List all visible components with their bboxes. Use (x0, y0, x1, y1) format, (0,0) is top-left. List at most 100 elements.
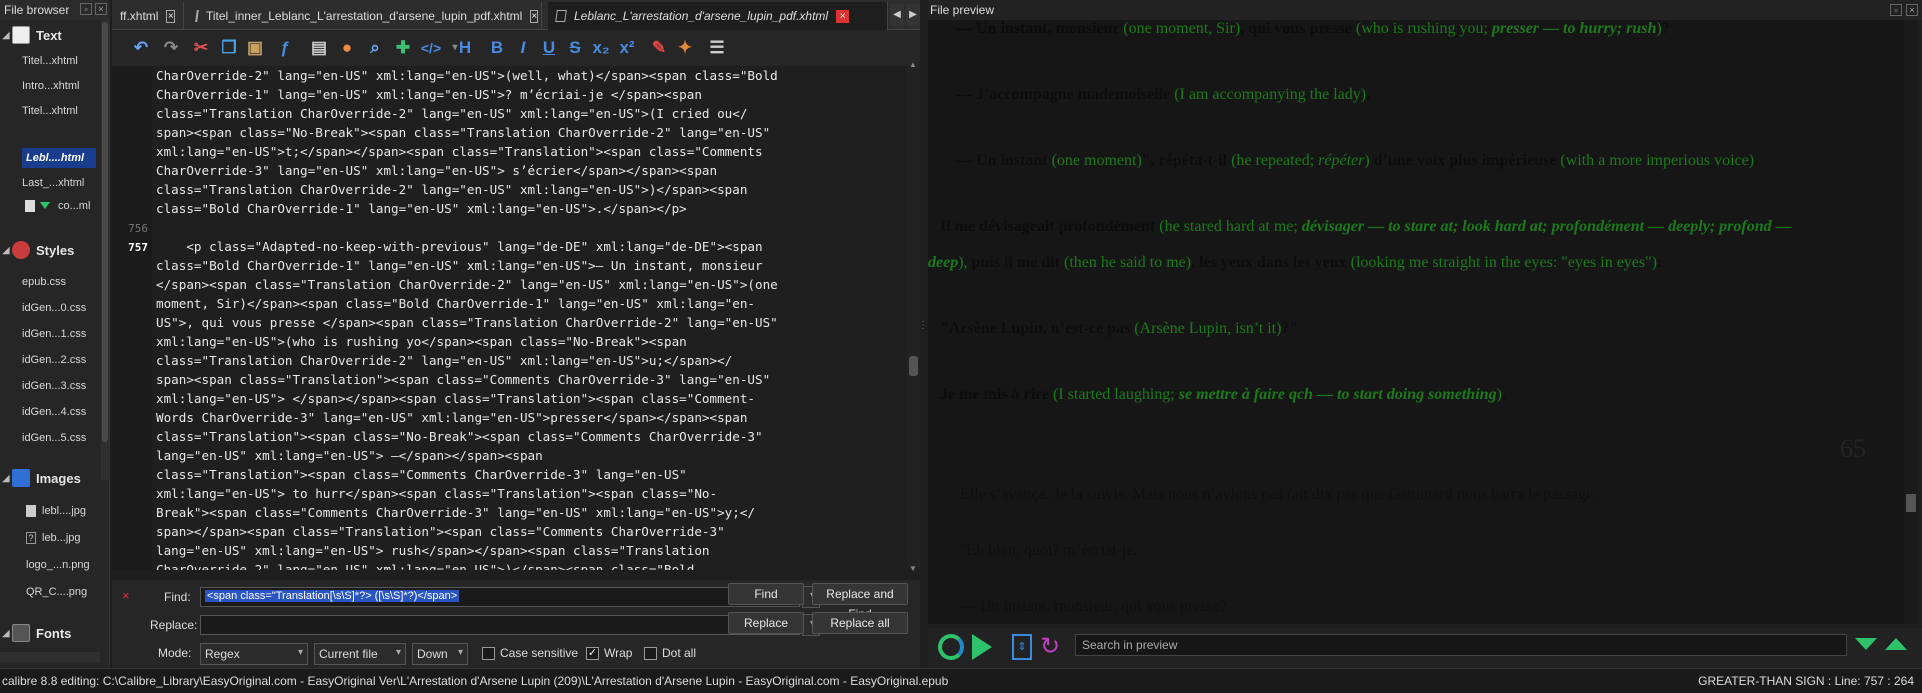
cut-icon[interactable]: ✂ (188, 36, 214, 60)
scrollbar-thumb[interactable] (909, 356, 918, 376)
section-styles[interactable]: ◢ Styles (0, 237, 100, 263)
file-item[interactable]: idGen...4.css (22, 402, 100, 422)
code-line: span><span class="No-Break"><span class=… (156, 125, 771, 140)
superscript-icon[interactable]: x² (614, 36, 640, 60)
file-item[interactable]: Titel...xhtml (22, 101, 100, 121)
collapse-arrow-icon[interactable]: ◢ (0, 473, 12, 484)
scope-select[interactable]: Current file (314, 643, 406, 665)
close-tab-icon[interactable]: × (166, 9, 175, 23)
section-fonts[interactable]: ◢ Fonts (0, 620, 100, 646)
play-icon[interactable] (972, 634, 992, 660)
file-item[interactable]: Last_...xhtml (22, 173, 100, 193)
find-previous-icon[interactable] (1885, 638, 1907, 650)
file-item[interactable]: idGen...2.css (22, 350, 100, 370)
eraser-icon[interactable]: ✎ (646, 36, 672, 60)
insert-icon[interactable]: ✚ (390, 36, 416, 60)
horizontal-scrollbar[interactable] (0, 652, 100, 662)
file-item[interactable]: leb...jpg (42, 528, 98, 548)
scrollbar-thumb[interactable] (102, 22, 108, 442)
italic-icon[interactable]: I (510, 36, 536, 60)
image-icon[interactable]: ▤ (306, 36, 332, 60)
check-icon[interactable]: ⌕ (362, 36, 388, 60)
case-sensitive-checkbox[interactable]: Case sensitive (482, 646, 578, 660)
dot-all-checkbox[interactable]: Dot all (644, 646, 696, 660)
file-item[interactable]: idGen...0.css (22, 298, 100, 318)
close-find-icon[interactable]: × (122, 588, 130, 603)
document-icon (195, 10, 199, 22)
file-item[interactable]: lebl....jpg (42, 501, 98, 521)
file-item[interactable]: co...ml (58, 196, 98, 216)
file-item[interactable]: idGen...1.css (22, 324, 100, 344)
code-line: class="Translation CharOverride-2" lang=… (156, 353, 733, 368)
tab-scroll-left-icon[interactable]: ◀ (890, 4, 904, 26)
close-tab-icon[interactable]: × (530, 9, 539, 23)
subscript-icon[interactable]: x₂ (588, 36, 614, 60)
sync-scroll-icon[interactable]: ⇕ (1012, 634, 1032, 660)
file-item[interactable]: QR_C....png (26, 582, 104, 602)
french-text: — Un instant, monsieur (956, 20, 1124, 37)
heading-icon[interactable]: H (452, 36, 478, 60)
reload-icon[interactable]: ↻ (1040, 632, 1060, 661)
copy-icon[interactable]: ❐ (216, 36, 242, 60)
align-icon[interactable]: ☰ (704, 36, 730, 60)
find-input[interactable]: <span class="Translation[\s\S]*?> ([\s\S… (200, 587, 800, 607)
close-icon[interactable]: × (1906, 4, 1918, 16)
refresh-preview-icon[interactable] (938, 634, 964, 660)
translation-text: (one moment, Sir) (1123, 20, 1241, 37)
tab-titel-inner[interactable]: Titel_inner_Leblanc_L'arrestation_d'arse… (188, 2, 542, 30)
bold-icon[interactable]: B (484, 36, 510, 60)
paint-icon[interactable]: ✦ (672, 36, 698, 60)
section-images[interactable]: ◢ Images (0, 465, 100, 491)
file-item-selected[interactable]: Lebl....html (22, 148, 96, 168)
replace-input[interactable] (200, 615, 800, 635)
file-item[interactable]: idGen...5.css (22, 428, 100, 448)
replace-and-find-button[interactable]: Replace and Find (812, 583, 908, 621)
marker-icon[interactable]: ● (334, 36, 360, 60)
tab-leblanc-active[interactable]: Leblanc_L'arrestation_d'arsene_lupin_pdf… (548, 2, 888, 30)
checkbox-box[interactable] (482, 646, 495, 660)
cover-marker-icon (40, 202, 50, 209)
preview-search-input[interactable]: Search in preview (1075, 634, 1847, 656)
direction-select[interactable]: Down (412, 643, 468, 665)
preview-scrollbar[interactable] (1904, 20, 1918, 624)
collapse-arrow-icon[interactable]: ◢ (0, 30, 12, 41)
file-item[interactable]: Titel...xhtml (22, 51, 100, 71)
checkbox-box-checked[interactable]: ✓ (586, 646, 599, 660)
checkbox-box[interactable] (644, 646, 657, 660)
redo-icon[interactable]: ↷ (158, 36, 184, 60)
search-placeholder: Search in preview (1082, 638, 1178, 652)
collapse-arrow-icon[interactable]: ◢ (0, 628, 12, 639)
tab-scroll-right-icon[interactable]: ▶ (906, 4, 920, 26)
magic-icon[interactable]: ƒ (272, 36, 298, 60)
strike-icon[interactable]: S (562, 36, 588, 60)
scroll-up-icon[interactable]: ▲ (909, 60, 917, 69)
underline-icon[interactable]: U (536, 36, 562, 60)
preview-pane[interactable]: — Un instant, monsieur (one moment, Sir)… (928, 20, 1904, 624)
wrap-checkbox[interactable]: ✓ Wrap (586, 646, 632, 660)
close-tab-icon[interactable]: × (836, 9, 850, 23)
collapse-arrow-icon[interactable]: ◢ (0, 245, 12, 256)
file-item[interactable]: logo_...n.png (26, 555, 104, 575)
file-item[interactable]: epub.css (22, 272, 100, 292)
tab-ff-xhtml[interactable]: ff.xhtml × (112, 2, 184, 30)
mode-select[interactable]: Regex (200, 643, 308, 665)
replace-button[interactable]: Replace (728, 612, 804, 634)
unknown-file-icon: ? (26, 532, 36, 544)
scrollbar-thumb[interactable] (1906, 494, 1916, 512)
code-editor[interactable]: CharOverride-2" lang="en-US" xml:lang="e… (152, 66, 907, 570)
splitter-handle[interactable]: ⋮ (918, 320, 928, 350)
undo-icon[interactable]: ↶ (128, 36, 154, 60)
find-next-icon[interactable] (1855, 638, 1877, 650)
file-item[interactable]: Intro...xhtml (22, 76, 100, 96)
replace-all-button[interactable]: Replace all (812, 612, 908, 634)
undock-icon[interactable]: ▫ (80, 3, 92, 15)
file-item[interactable]: idGen...3.css (22, 376, 100, 396)
undock-icon[interactable]: ▫ (1890, 4, 1902, 16)
paste-icon[interactable]: ▣ (242, 36, 268, 60)
scroll-down-icon[interactable]: ▼ (909, 564, 917, 573)
code-scrollbar[interactable] (907, 66, 920, 570)
find-button[interactable]: Find (728, 583, 804, 605)
tag-icon[interactable]: </> (418, 36, 444, 60)
section-text[interactable]: ◢ Text (0, 22, 100, 48)
close-icon[interactable]: × (95, 3, 107, 15)
